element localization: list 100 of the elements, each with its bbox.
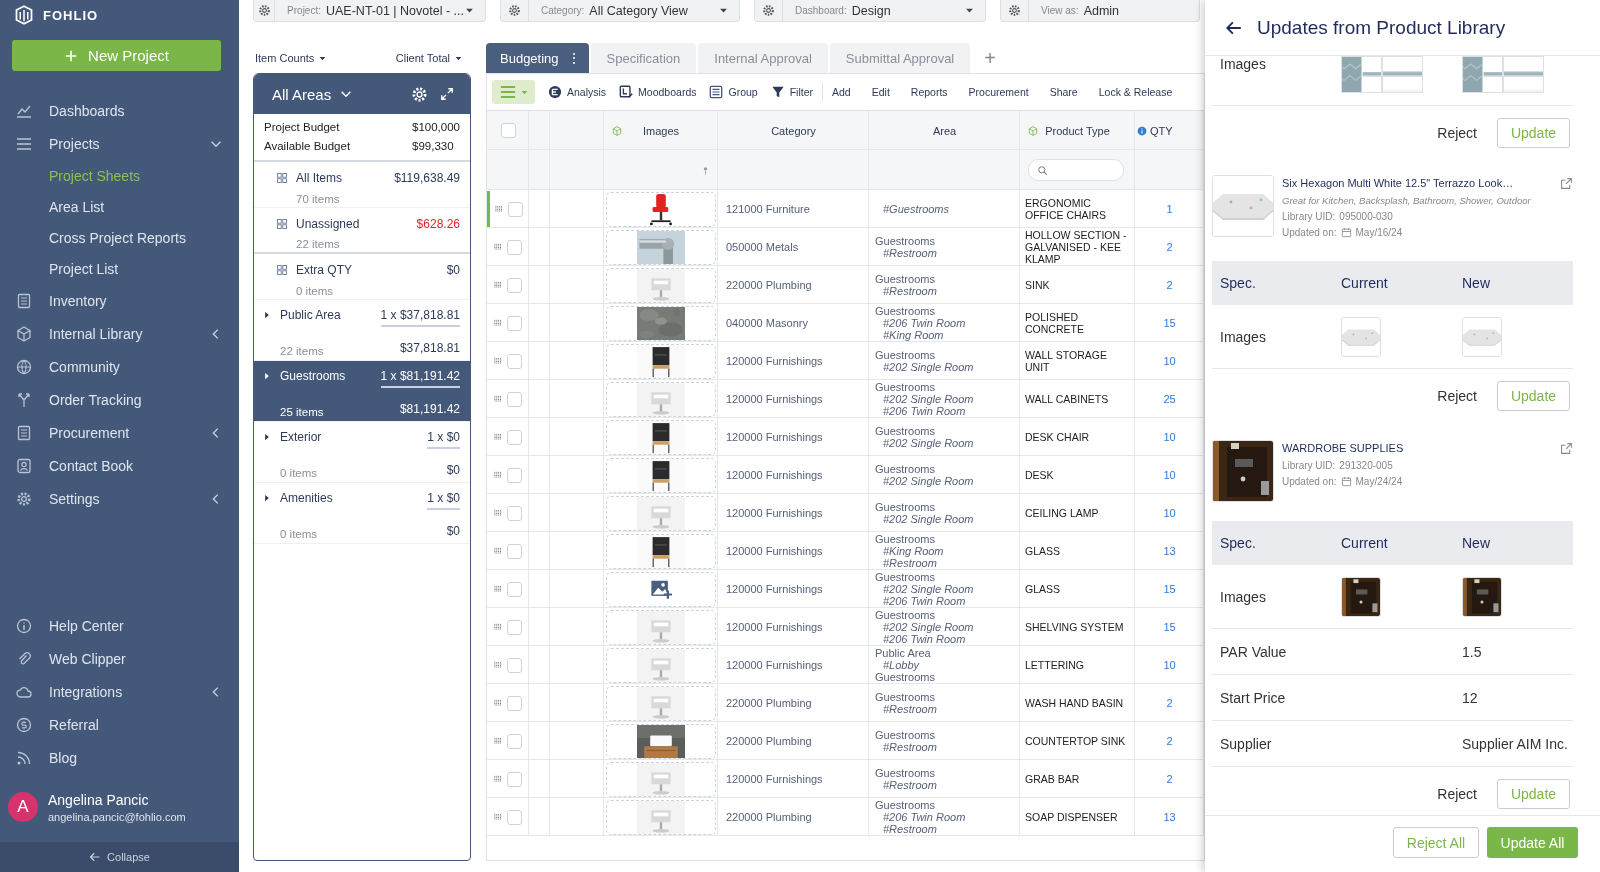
table-row[interactable]: 120000 Furnishings Guestrooms #202 Single Room #206 Twin Room SHELVING SYSTEM 15 bbox=[487, 608, 1204, 646]
add-tab-button[interactable]: + bbox=[980, 46, 1000, 70]
quantity-link[interactable]: 15 bbox=[1163, 317, 1176, 329]
drag-handle-icon[interactable] bbox=[493, 812, 503, 822]
nav-item[interactable]: Contact Book bbox=[0, 449, 239, 482]
quantity-link[interactable]: 10 bbox=[1163, 507, 1176, 519]
toolbar-button[interactable]: Edit bbox=[871, 86, 890, 98]
toolbar-button[interactable]: Filter bbox=[770, 85, 813, 99]
nav-item[interactable]: Order Tracking bbox=[0, 383, 239, 416]
quantity-link[interactable]: 13 bbox=[1163, 545, 1176, 557]
checkbox[interactable] bbox=[507, 277, 522, 293]
nav-item[interactable]: Internal Library bbox=[0, 317, 239, 350]
nav-item[interactable]: Referral bbox=[0, 708, 239, 741]
checkbox[interactable] bbox=[507, 315, 522, 331]
table-row[interactable]: 120000 Furnishings Guestrooms #Restroom GRAB BAR 2 bbox=[487, 760, 1204, 798]
image-slot[interactable] bbox=[606, 457, 716, 493]
nav-item[interactable]: Inventory bbox=[0, 284, 239, 317]
table-row[interactable]: 120000 Furnishings Guestrooms #202 Single Room DESK CHAIR 10 bbox=[487, 418, 1204, 456]
drag-handle-icon[interactable] bbox=[493, 242, 503, 252]
drag-handle-icon[interactable] bbox=[493, 622, 503, 632]
checkbox[interactable] bbox=[507, 695, 522, 711]
reject-button[interactable]: Reject bbox=[1437, 786, 1477, 802]
drag-handle-icon[interactable] bbox=[493, 470, 503, 480]
table-row[interactable]: 120000 Furnishings Guestrooms #202 Single Room DESK 10 bbox=[487, 456, 1204, 494]
checkbox[interactable] bbox=[507, 505, 522, 521]
checkbox[interactable] bbox=[507, 733, 522, 749]
nav-item[interactable]: Web Clipper bbox=[0, 642, 239, 675]
quantity-link[interactable]: 1 bbox=[1166, 203, 1173, 215]
drag-handle-icon[interactable] bbox=[493, 546, 503, 556]
checkbox[interactable] bbox=[507, 619, 522, 635]
toolbar-button[interactable]: Lock & Release bbox=[1098, 86, 1173, 98]
area-row[interactable]: Amenities 1 x $0 0 items $0 bbox=[254, 483, 470, 544]
quantity-link[interactable]: 13 bbox=[1163, 811, 1176, 823]
nav-subitem[interactable]: Project List bbox=[0, 253, 127, 284]
toolbar-button[interactable]: Group bbox=[709, 85, 758, 99]
checkbox[interactable] bbox=[507, 429, 522, 445]
checkbox[interactable] bbox=[500, 123, 516, 138]
collapse-button[interactable]: Collapse bbox=[0, 842, 239, 872]
nav-item[interactable]: Procurement bbox=[0, 416, 239, 449]
drag-handle-icon[interactable] bbox=[493, 432, 503, 442]
table-row[interactable]: 220000 Plumbing Guestrooms #Restroom WASH HAND BASIN 2 bbox=[487, 684, 1204, 722]
drag-handle-icon[interactable] bbox=[493, 394, 503, 404]
table-row[interactable]: 120000 Furnishings Public Area #Lobby Guestrooms LETTERING 10 bbox=[487, 646, 1204, 684]
quantity-link[interactable]: 2 bbox=[1166, 241, 1173, 253]
menu-button[interactable] bbox=[492, 80, 535, 104]
item-group[interactable]: All Items $119,638.49 70 items bbox=[254, 162, 470, 208]
drag-handle-icon[interactable] bbox=[493, 774, 503, 784]
toolbar-button[interactable]: Procurement bbox=[968, 86, 1029, 98]
drag-handle-icon[interactable] bbox=[493, 660, 503, 670]
filter-dropdown[interactable]: Project: UAE-NT-01 | Novotel - ... bbox=[253, 0, 486, 22]
checkbox[interactable] bbox=[507, 353, 522, 369]
areas-dropdown[interactable]: All Areas bbox=[272, 85, 354, 103]
drag-handle-icon[interactable] bbox=[493, 736, 503, 746]
quantity-link[interactable]: 10 bbox=[1163, 659, 1176, 671]
checkbox[interactable] bbox=[507, 581, 522, 597]
toolbar-button[interactable]: Share bbox=[1049, 86, 1078, 98]
settings-icon[interactable] bbox=[411, 85, 428, 103]
image-slot[interactable] bbox=[606, 419, 716, 455]
expand-icon[interactable] bbox=[440, 87, 454, 101]
image-slot[interactable] bbox=[606, 571, 716, 607]
search-field[interactable] bbox=[1028, 159, 1124, 181]
nav-item[interactable]: Projects bbox=[0, 127, 239, 160]
table-row[interactable]: 220000 Plumbing Guestrooms #Restroom COUNTERTOP SINK 2 bbox=[487, 722, 1204, 760]
sheet-tab[interactable]: Internal Approval bbox=[698, 43, 828, 73]
filter-dropdown[interactable]: Category: All Category View bbox=[500, 0, 740, 22]
quantity-link[interactable]: 2 bbox=[1166, 773, 1173, 785]
quantity-link[interactable]: 2 bbox=[1166, 697, 1173, 709]
area-row[interactable]: Guestrooms 1 x $81,191.42 25 items $81,191.42 bbox=[254, 361, 470, 422]
table-row[interactable]: 040000 Masonry Guestrooms #206 Twin Room #King Room POLISHED CONCRETE 15 bbox=[487, 304, 1204, 342]
image-slot[interactable] bbox=[606, 533, 716, 569]
table-row[interactable]: 220000 Plumbing Guestrooms #206 Twin Room #Restroom SOAP DISPENSER 13 bbox=[487, 798, 1204, 836]
drag-handle-icon[interactable] bbox=[493, 318, 503, 328]
checkbox[interactable] bbox=[507, 543, 522, 559]
table-row[interactable]: 120000 Furnishings Guestrooms #202 Single Room #206 Twin Room GLASS 15 bbox=[487, 570, 1204, 608]
nav-subitem[interactable]: Area List bbox=[0, 191, 113, 222]
quantity-link[interactable]: 2 bbox=[1166, 735, 1173, 747]
drag-handle-icon[interactable] bbox=[493, 280, 503, 290]
area-row[interactable]: Exterior 1 x $0 0 items $0 bbox=[254, 422, 470, 483]
table-row[interactable]: 120000 Furnishings Guestrooms #202 Single Room CEILING LAMP 10 bbox=[487, 494, 1204, 532]
nav-subitem[interactable]: Cross Project Reports bbox=[0, 222, 194, 253]
nav-item[interactable]: Integrations bbox=[0, 675, 239, 708]
drag-handle-icon[interactable] bbox=[493, 698, 503, 708]
external-link-icon[interactable] bbox=[1560, 442, 1573, 455]
checkbox[interactable] bbox=[508, 201, 523, 217]
toolbar-button[interactable]: Reports bbox=[910, 86, 948, 98]
quantity-link[interactable]: 2 bbox=[1166, 279, 1173, 291]
quantity-link[interactable]: 15 bbox=[1163, 583, 1176, 595]
nav-item[interactable]: Settings bbox=[0, 482, 239, 515]
nav-item[interactable]: Help Center bbox=[0, 609, 239, 642]
external-link-icon[interactable] bbox=[1560, 177, 1573, 190]
checkbox[interactable] bbox=[507, 771, 522, 787]
table-row[interactable]: 220000 Plumbing Guestrooms #Restroom SINK 2 bbox=[487, 266, 1204, 304]
nav-item[interactable]: Blog bbox=[0, 741, 239, 774]
quantity-link[interactable]: 25 bbox=[1163, 393, 1176, 405]
toolbar-button[interactable]: Moodboards bbox=[619, 85, 697, 99]
drag-handle-icon[interactable] bbox=[493, 356, 503, 366]
quantity-link[interactable]: 10 bbox=[1163, 431, 1176, 443]
filter-dropdown[interactable]: Dashboard: Design bbox=[754, 0, 986, 22]
checkbox[interactable] bbox=[507, 809, 522, 825]
reject-button[interactable]: Reject bbox=[1437, 388, 1477, 404]
